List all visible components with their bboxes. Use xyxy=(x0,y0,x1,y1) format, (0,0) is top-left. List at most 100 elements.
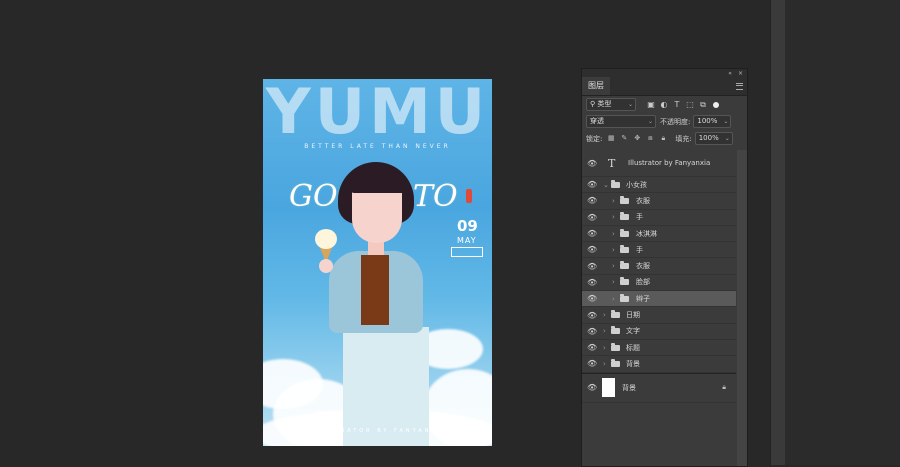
eye-icon[interactable]: 👁︎ xyxy=(587,311,597,320)
eye-icon[interactable]: 👁︎ xyxy=(587,278,597,287)
folder-icon xyxy=(611,358,620,367)
eye-icon[interactable]: 👁︎ xyxy=(587,294,597,303)
layer-row-group[interactable]: 👁︎ › 文字 xyxy=(582,324,736,340)
folder-icon xyxy=(620,293,629,302)
layer-row-group[interactable]: 👁︎ › 脸部 xyxy=(582,275,736,292)
chevron-right-icon[interactable]: › xyxy=(612,230,615,238)
eye-icon[interactable]: 👁︎ xyxy=(587,359,597,368)
lock-row: 锁定: ▦ ✎ ✥ ⧈ 🔒︎ 填充: 100% ⌄ xyxy=(582,130,747,147)
lock-transparency-icon[interactable]: ▦ xyxy=(606,134,616,143)
ice-cream-illustration xyxy=(315,229,337,249)
layers-list: 👁︎ T Illustrator by Fanyanxia 👁︎ ⌄ 小女孩 👁… xyxy=(582,150,736,403)
layer-row-group[interactable]: 👁︎ › 背景 xyxy=(582,356,736,373)
double-chevron-icon[interactable]: « xyxy=(728,70,732,77)
chevron-right-icon[interactable]: › xyxy=(612,262,615,270)
eye-icon[interactable]: 👁︎ xyxy=(587,245,597,254)
layer-name: 辫子 xyxy=(636,294,650,303)
filter-toggle[interactable] xyxy=(713,101,719,108)
smart-object-filter-icon[interactable]: ⧉ xyxy=(698,100,708,110)
poster-month: MAY xyxy=(457,236,477,245)
text-filter-icon[interactable]: T xyxy=(672,100,682,110)
eye-icon[interactable]: 👁︎ xyxy=(587,229,597,238)
blend-mode-value: 穿透 xyxy=(590,117,604,125)
text-layer-icon: T xyxy=(608,156,616,170)
layer-row-group[interactable]: 👁︎ ⌄ 小女孩 xyxy=(582,177,736,194)
layer-row-group-selected[interactable]: 👁︎ › 辫子 xyxy=(582,291,736,308)
folder-icon xyxy=(611,342,620,351)
chevron-right-icon[interactable]: › xyxy=(612,213,615,221)
layer-row-group[interactable]: 👁︎ › 冰淇淋 xyxy=(582,226,736,243)
layer-row-background[interactable]: 👁︎ 背景 🔒︎ xyxy=(582,372,736,403)
chevron-right-icon[interactable]: › xyxy=(612,197,615,205)
layer-row-group[interactable]: 👁︎ › 衣服 xyxy=(582,258,736,275)
chevron-down-icon: ⌄ xyxy=(647,118,653,125)
layer-filter-select[interactable]: ⚲ 类型 ⌄ xyxy=(586,98,636,111)
image-filter-icon[interactable]: ▣ xyxy=(646,100,656,110)
layer-row-group[interactable]: 👁︎ › 手 xyxy=(582,210,736,226)
opacity-field[interactable]: 100% ⌄ xyxy=(693,115,732,128)
layer-row-group[interactable]: 👁︎ › 衣服 xyxy=(582,193,736,210)
poster-date-box xyxy=(451,247,483,257)
eye-icon[interactable]: 👁︎ xyxy=(587,196,597,205)
poster-tagline: BETTER LATE THAN NEVER xyxy=(304,143,451,150)
adjustment-filter-icon[interactable]: ◐ xyxy=(659,100,669,110)
chevron-right-icon[interactable]: › xyxy=(603,311,606,319)
shape-filter-icon[interactable]: ⬚ xyxy=(685,100,695,110)
girl-hand-illustration xyxy=(319,259,333,273)
tab-layers[interactable]: 图层 xyxy=(582,77,610,95)
lock-position-icon[interactable]: ✥ xyxy=(632,134,642,143)
eye-icon[interactable]: 👁︎ xyxy=(587,383,597,392)
poster-script-title-left: GO xyxy=(289,179,338,214)
folder-icon xyxy=(620,195,629,204)
chevron-down-icon[interactable]: ⌄ xyxy=(603,181,609,189)
filter-icon-group: ▣ ◐ T ⬚ ⧉ xyxy=(646,100,711,110)
folder-icon xyxy=(611,310,620,319)
layers-scrollbar[interactable] xyxy=(737,150,747,466)
eye-icon[interactable]: 👁︎ xyxy=(587,180,597,189)
folder-icon xyxy=(620,228,629,237)
opacity-label: 不透明度: xyxy=(660,117,691,126)
layer-name: 小女孩 xyxy=(626,180,647,189)
layer-name: 手 xyxy=(636,245,643,254)
layer-name: 衣服 xyxy=(636,262,650,271)
layer-row-group[interactable]: 👁︎ › 日期 xyxy=(582,307,736,324)
layer-name: Illustrator by Fanyanxia xyxy=(628,159,711,167)
layers-panel: « × 图层 ⚲ 类型 ⌄ ▣ ◐ T ⬚ ⧉ 穿透 ⌄ 不透明度: 100% … xyxy=(581,68,748,467)
red-seal-stamp xyxy=(466,189,472,203)
lock-all-icon[interactable]: 🔒︎ xyxy=(658,134,668,143)
layer-name: 衣服 xyxy=(636,196,650,205)
eye-icon[interactable]: 👁︎ xyxy=(587,213,597,222)
folder-icon xyxy=(611,326,620,335)
chevron-right-icon[interactable]: › xyxy=(603,344,606,352)
layer-row-group[interactable]: 👁︎ › 标题 xyxy=(582,340,736,357)
opacity-value: 100% xyxy=(697,117,718,125)
chevron-right-icon[interactable]: › xyxy=(612,246,615,254)
lock-paint-icon[interactable]: ✎ xyxy=(619,134,629,143)
chevron-right-icon[interactable]: › xyxy=(612,278,615,286)
poster-big-title: YUMU xyxy=(265,79,490,148)
layer-row-text[interactable]: 👁︎ T Illustrator by Fanyanxia xyxy=(582,150,736,177)
chevron-right-icon[interactable]: › xyxy=(603,327,606,335)
girl-vest-illustration xyxy=(361,255,389,325)
eye-icon[interactable]: 👁︎ xyxy=(587,327,597,336)
eye-icon[interactable]: 👁︎ xyxy=(587,159,597,168)
eye-icon[interactable]: 👁︎ xyxy=(587,343,597,352)
chevron-down-icon: ⌄ xyxy=(724,135,730,142)
blend-mode-select[interactable]: 穿透 ⌄ xyxy=(586,115,656,128)
panel-menu-icon[interactable] xyxy=(736,83,743,90)
girl-bangs-illustration xyxy=(349,171,407,193)
chevron-right-icon[interactable]: › xyxy=(603,360,606,368)
eye-icon[interactable]: 👁︎ xyxy=(587,262,597,271)
chevron-right-icon[interactable]: › xyxy=(612,295,615,303)
layer-filter-value: 类型 xyxy=(597,100,612,108)
layer-name: 日期 xyxy=(626,311,640,320)
fill-field[interactable]: 100% ⌄ xyxy=(694,132,733,145)
panel-dock-strip[interactable] xyxy=(770,0,785,465)
folder-icon xyxy=(620,261,629,270)
layer-row-group[interactable]: 👁︎ › 手 xyxy=(582,242,736,259)
poster-artwork[interactable]: YUMU BETTER LATE THAN NEVER GO TO 09 MAY… xyxy=(263,79,492,446)
lock-artboard-icon[interactable]: ⧈ xyxy=(645,134,655,143)
close-icon[interactable]: × xyxy=(738,70,743,77)
layer-name: 背景 xyxy=(626,359,640,368)
layer-name: 冰淇淋 xyxy=(636,229,657,238)
